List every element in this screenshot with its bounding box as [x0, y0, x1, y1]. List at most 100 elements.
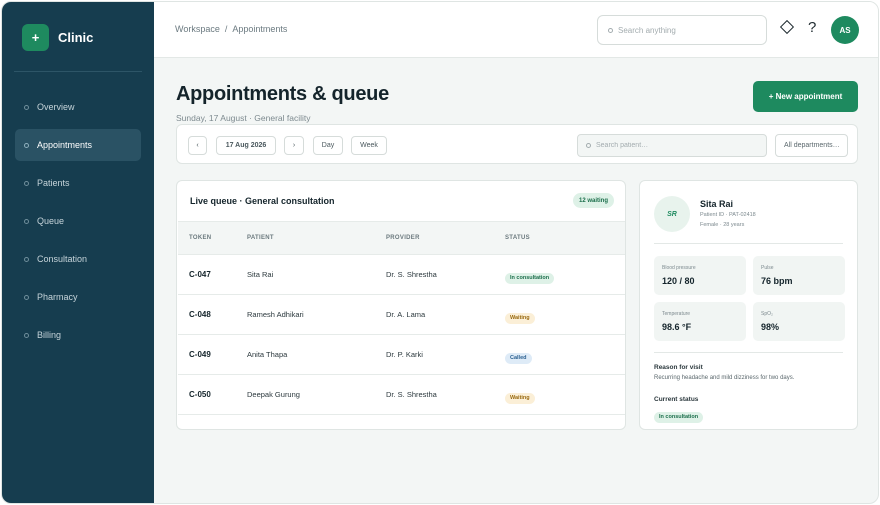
department-select[interactable]: All departments… — [775, 134, 848, 157]
token-cell: C-049 — [189, 350, 211, 359]
patient-detail-card: SR Sita Rai Patient ID · PAT-02418 Femal… — [639, 180, 858, 430]
brand[interactable]: + Clinic — [22, 24, 93, 51]
vital-value: 98.6 °F — [662, 322, 692, 332]
plus-logo-icon: + — [22, 24, 49, 51]
table-row[interactable]: C-048 Ramesh Adhikari Dr. A. Lama Waitin… — [178, 295, 625, 335]
patient-cell: Anita Thapa — [247, 350, 288, 359]
vital-label: Blood pressure — [662, 265, 696, 271]
vital-pulse: Pulse 76 bpm — [753, 256, 845, 295]
token-cell: C-047 — [189, 270, 211, 279]
vital-spo2: SpO₂ 98% — [753, 302, 845, 341]
status-badge: In consultation — [505, 272, 555, 284]
current-status-badge: In consultation — [654, 412, 704, 423]
vital-label: Temperature — [662, 311, 691, 317]
search-icon — [586, 143, 591, 148]
search-input[interactable] — [618, 25, 758, 35]
page-subtitle: Sunday, 17 August · General facility — [176, 113, 311, 123]
divider — [654, 352, 843, 353]
sidebar-nav: Overview Appointments Patients Queue Con… — [15, 91, 141, 357]
reason-text: Recurring headache and mild dizziness fo… — [654, 375, 795, 381]
patient-search-input[interactable] — [596, 142, 756, 149]
column-header-patient: PATIENT — [247, 235, 274, 241]
dot-icon — [24, 142, 29, 148]
current-status-label: Current status — [654, 396, 699, 403]
vital-value: 76 bpm — [761, 276, 793, 286]
dot-icon — [24, 180, 29, 186]
live-queue-card: Live queue · General consultation 12 wai… — [176, 180, 626, 430]
app-window: + Clinic Overview Appointments Patients … — [1, 1, 879, 504]
day-view-button[interactable]: Day — [313, 136, 343, 155]
patient-cell: Deepak Gurung — [247, 390, 300, 399]
sidebar-item-label: Billing — [37, 330, 62, 340]
search-icon — [608, 27, 613, 33]
sidebar-item-pharmacy[interactable]: Pharmacy — [15, 281, 141, 313]
queue-title: Live queue · General consultation — [190, 196, 335, 206]
sidebar-item-queue[interactable]: Queue — [15, 205, 141, 237]
sidebar-item-consultation[interactable]: Consultation — [15, 243, 141, 275]
sidebar-item-label: Queue — [37, 216, 65, 226]
patient-avatar: SR — [654, 196, 690, 232]
sidebar-item-label: Appointments — [37, 140, 93, 150]
patient-name: Sita Rai — [700, 199, 734, 209]
queue-table: TOKEN PATIENT PROVIDER STATUS C-047 Sita… — [178, 221, 625, 415]
status-badge: Waiting — [505, 312, 535, 324]
divider — [654, 243, 843, 244]
token-cell: C-050 — [189, 390, 211, 399]
notification-icon[interactable] — [779, 19, 795, 35]
sidebar-item-label: Pharmacy — [37, 292, 78, 302]
patient-cell: Ramesh Adhikari — [247, 310, 304, 319]
dot-icon — [24, 256, 29, 262]
patient-id: Patient ID · PAT-02418 — [700, 212, 756, 218]
sidebar-divider — [14, 71, 142, 72]
global-search — [597, 15, 767, 45]
table-row[interactable]: C-047 Sita Rai Dr. S. Shrestha In consul… — [178, 255, 625, 295]
page-title: Appointments & queue — [176, 83, 389, 105]
column-header-token: TOKEN — [189, 235, 212, 241]
user-avatar[interactable]: AS — [831, 16, 859, 44]
sidebar-item-overview[interactable]: Overview — [15, 91, 141, 123]
breadcrumb-separator: / — [224, 24, 228, 34]
vital-value: 120 / 80 — [662, 276, 695, 286]
sidebar-item-patients[interactable]: Patients — [15, 167, 141, 199]
provider-cell: Dr. S. Shrestha — [386, 390, 437, 399]
help-icon[interactable]: ? — [808, 19, 816, 36]
brand-name: Clinic — [58, 30, 94, 45]
sidebar-item-label: Consultation — [37, 254, 88, 264]
vital-label: Pulse — [761, 265, 774, 271]
date-picker[interactable]: 17 Aug 2026 — [216, 136, 276, 155]
sidebar: + Clinic Overview Appointments Patients … — [2, 2, 154, 503]
dot-icon — [24, 332, 29, 338]
breadcrumb-appointments: Appointments — [232, 24, 288, 34]
column-header-status: STATUS — [505, 235, 530, 241]
patient-meta: Female · 28 years — [700, 222, 745, 228]
vital-label: SpO₂ — [761, 311, 773, 317]
patient-search — [577, 134, 767, 157]
breadcrumb-workspace[interactable]: Workspace — [175, 24, 220, 34]
column-header-provider: PROVIDER — [386, 235, 420, 241]
table-row[interactable]: C-050 Deepak Gurung Dr. S. Shrestha Wait… — [178, 375, 625, 415]
token-cell: C-048 — [189, 310, 211, 319]
provider-cell: Dr. S. Shrestha — [386, 270, 437, 279]
sidebar-item-label: Patients — [37, 178, 70, 188]
week-view-button[interactable]: Week — [351, 136, 387, 155]
vital-value: 98% — [761, 322, 780, 332]
status-badge: Called — [505, 352, 532, 364]
filter-bar: ‹ 17 Aug 2026 › Day Week All departments… — [176, 124, 858, 164]
table-row[interactable]: C-049 Anita Thapa Dr. P. Karki Called — [178, 335, 625, 375]
prev-date-button[interactable]: ‹ — [188, 136, 207, 155]
dot-icon — [24, 104, 29, 110]
status-badge: Waiting — [505, 392, 535, 404]
sidebar-item-appointments[interactable]: Appointments — [15, 129, 141, 161]
table-header: TOKEN PATIENT PROVIDER STATUS — [178, 222, 625, 255]
next-date-button[interactable]: › — [284, 136, 304, 155]
vital-temperature: Temperature 98.6 °F — [654, 302, 746, 341]
dot-icon — [24, 218, 29, 224]
waiting-count-badge: 12 waiting — [573, 193, 615, 208]
reason-label: Reason for visit — [654, 364, 703, 371]
provider-cell: Dr. P. Karki — [386, 350, 423, 359]
new-appointment-button[interactable]: + New appointment — [753, 81, 858, 112]
dot-icon — [24, 294, 29, 300]
breadcrumb: Workspace / Appointments — [175, 24, 287, 34]
sidebar-item-label: Overview — [37, 102, 75, 112]
sidebar-item-billing[interactable]: Billing — [15, 319, 141, 351]
